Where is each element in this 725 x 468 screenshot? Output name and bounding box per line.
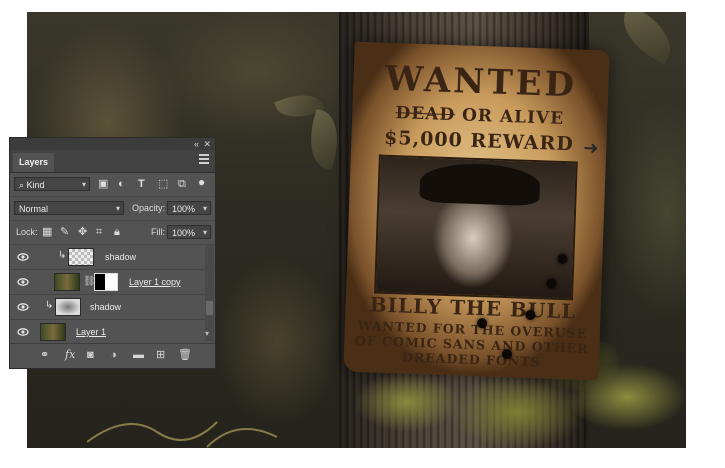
collapse-icon[interactable]: « xyxy=(194,138,199,150)
layer-row-shadow-top[interactable]: ↳ shadow xyxy=(10,245,215,270)
hat-shape xyxy=(419,162,541,207)
lock-position-icon[interactable]: ✥ xyxy=(78,226,87,238)
blend-row: Normal ▾ Opacity: 100% ▾ xyxy=(10,197,215,221)
fill-value: 100% xyxy=(172,228,196,238)
poster-title: WANTED xyxy=(384,58,578,106)
smart-object-filter-icon[interactable]: ⧉ xyxy=(178,178,186,190)
poster-reward: $5,000 REWARD xyxy=(383,126,575,156)
lock-row: Lock: ▦ ✎ ✥ ⌗ 🔒︎ Fill: 100% ▾ xyxy=(10,221,215,245)
twigs xyxy=(87,421,278,448)
wanted-poster: WANTED DEAD OR ALIVE $5,000 REWARD ➜ BIL… xyxy=(343,41,610,381)
fill-label: Fill: xyxy=(151,227,165,237)
chevron-down-icon: ▾ xyxy=(202,204,207,213)
poster-dead: DEAD xyxy=(395,103,456,126)
layer-row-layer-1[interactable]: Layer 1 xyxy=(10,320,215,345)
shape-filter-icon[interactable]: ⬚ xyxy=(158,178,168,190)
scroll-thumb[interactable] xyxy=(206,301,213,315)
chevron-down-icon: ▾ xyxy=(202,228,207,237)
filter-row: ⌕ Kind ▾ ▣ ◐ T ⬚ ⧉ ● xyxy=(10,173,215,197)
filter-kind-select[interactable]: ⌕ Kind ▾ xyxy=(14,177,90,191)
layer-mask-thumbnail[interactable] xyxy=(94,273,118,291)
layer-name[interactable]: shadow xyxy=(90,301,121,313)
layer-thumbnail[interactable] xyxy=(68,248,94,266)
lock-all-icon[interactable]: 🔒︎ xyxy=(114,226,120,238)
clipping-mask-icon: ↳ xyxy=(58,250,67,261)
fx-icon[interactable]: fx xyxy=(65,349,75,361)
layers-panel: « ✕ Layers ⌕ Kind ▾ ▣ ◐ T ⬚ ⧉ ● Normal ▾… xyxy=(9,137,216,369)
mask-icon[interactable]: ◙ xyxy=(87,349,94,361)
filter-kind-label: Kind xyxy=(26,180,45,190)
panel-menu-icon[interactable] xyxy=(199,154,209,166)
layer-name[interactable]: Layer 1 copy xyxy=(129,276,181,288)
layer-name[interactable]: shadow xyxy=(105,251,136,263)
eye-icon[interactable] xyxy=(17,301,29,313)
chevron-down-icon: ▾ xyxy=(81,180,86,189)
tab-layers[interactable]: Layers xyxy=(13,153,55,172)
link-icon[interactable]: ⚭ xyxy=(40,349,49,361)
chevron-down-icon: ▾ xyxy=(115,204,120,213)
layers-list: ↳ shadow ⛓︎ Layer 1 copy ↳ shadow Layer … xyxy=(10,245,215,345)
blend-mode-select[interactable]: Normal ▾ xyxy=(14,201,124,215)
layer-row-layer-1-copy[interactable]: ⛓︎ Layer 1 copy xyxy=(10,270,215,295)
eye-icon[interactable] xyxy=(17,251,29,263)
eye-icon[interactable] xyxy=(17,326,29,338)
lock-transparent-icon[interactable]: ▦ xyxy=(42,226,52,238)
panel-titlebar[interactable]: « ✕ xyxy=(10,138,215,150)
chevron-down-icon[interactable]: ▾ xyxy=(205,329,209,338)
layers-scrollbar[interactable]: ▾ xyxy=(205,245,214,341)
layer-thumbnail[interactable] xyxy=(40,323,66,341)
opacity-label: Opacity: xyxy=(132,203,166,213)
adjustment-icon[interactable]: ◑ xyxy=(110,349,117,361)
leaf xyxy=(612,12,682,65)
type-filter-icon[interactable]: T xyxy=(138,178,145,190)
filter-toggle-icon[interactable]: ● xyxy=(198,176,205,188)
eye-icon[interactable] xyxy=(17,276,29,288)
adjustment-filter-icon[interactable]: ◐ xyxy=(118,178,125,190)
clipping-mask-icon: ↳ xyxy=(45,300,54,311)
panel-footer: ⚭ fx ◙ ◑ ▬ ⊞ 🗑︎ xyxy=(10,343,215,368)
opacity-field[interactable]: 100% ▾ xyxy=(167,201,211,215)
lock-artboard-icon[interactable]: ⌗ xyxy=(96,226,102,238)
layer-name[interactable]: Layer 1 xyxy=(76,326,106,338)
new-layer-icon[interactable]: ⊞ xyxy=(156,349,165,361)
fill-field[interactable]: 100% ▾ xyxy=(167,225,211,239)
trash-icon[interactable]: 🗑︎ xyxy=(178,349,192,361)
layer-thumbnail[interactable] xyxy=(54,273,80,291)
arrow-icon: ➜ xyxy=(582,137,599,159)
lock-label: Lock: xyxy=(16,227,38,237)
lock-image-icon[interactable]: ✎ xyxy=(60,226,69,238)
panel-tabs: Layers xyxy=(10,150,215,173)
layer-row-shadow[interactable]: ↳ shadow xyxy=(10,295,215,320)
poster-photo xyxy=(374,154,578,301)
close-icon[interactable]: ✕ xyxy=(203,138,211,150)
layer-thumbnail[interactable] xyxy=(55,298,81,316)
blend-mode-value: Normal xyxy=(19,204,49,214)
search-icon: ⌕ xyxy=(19,180,27,190)
folder-icon[interactable]: ▬ xyxy=(133,349,144,361)
image-filter-icon[interactable]: ▣ xyxy=(98,178,108,190)
opacity-value: 100% xyxy=(172,204,196,214)
poster-or-alive: OR ALIVE xyxy=(461,105,565,129)
